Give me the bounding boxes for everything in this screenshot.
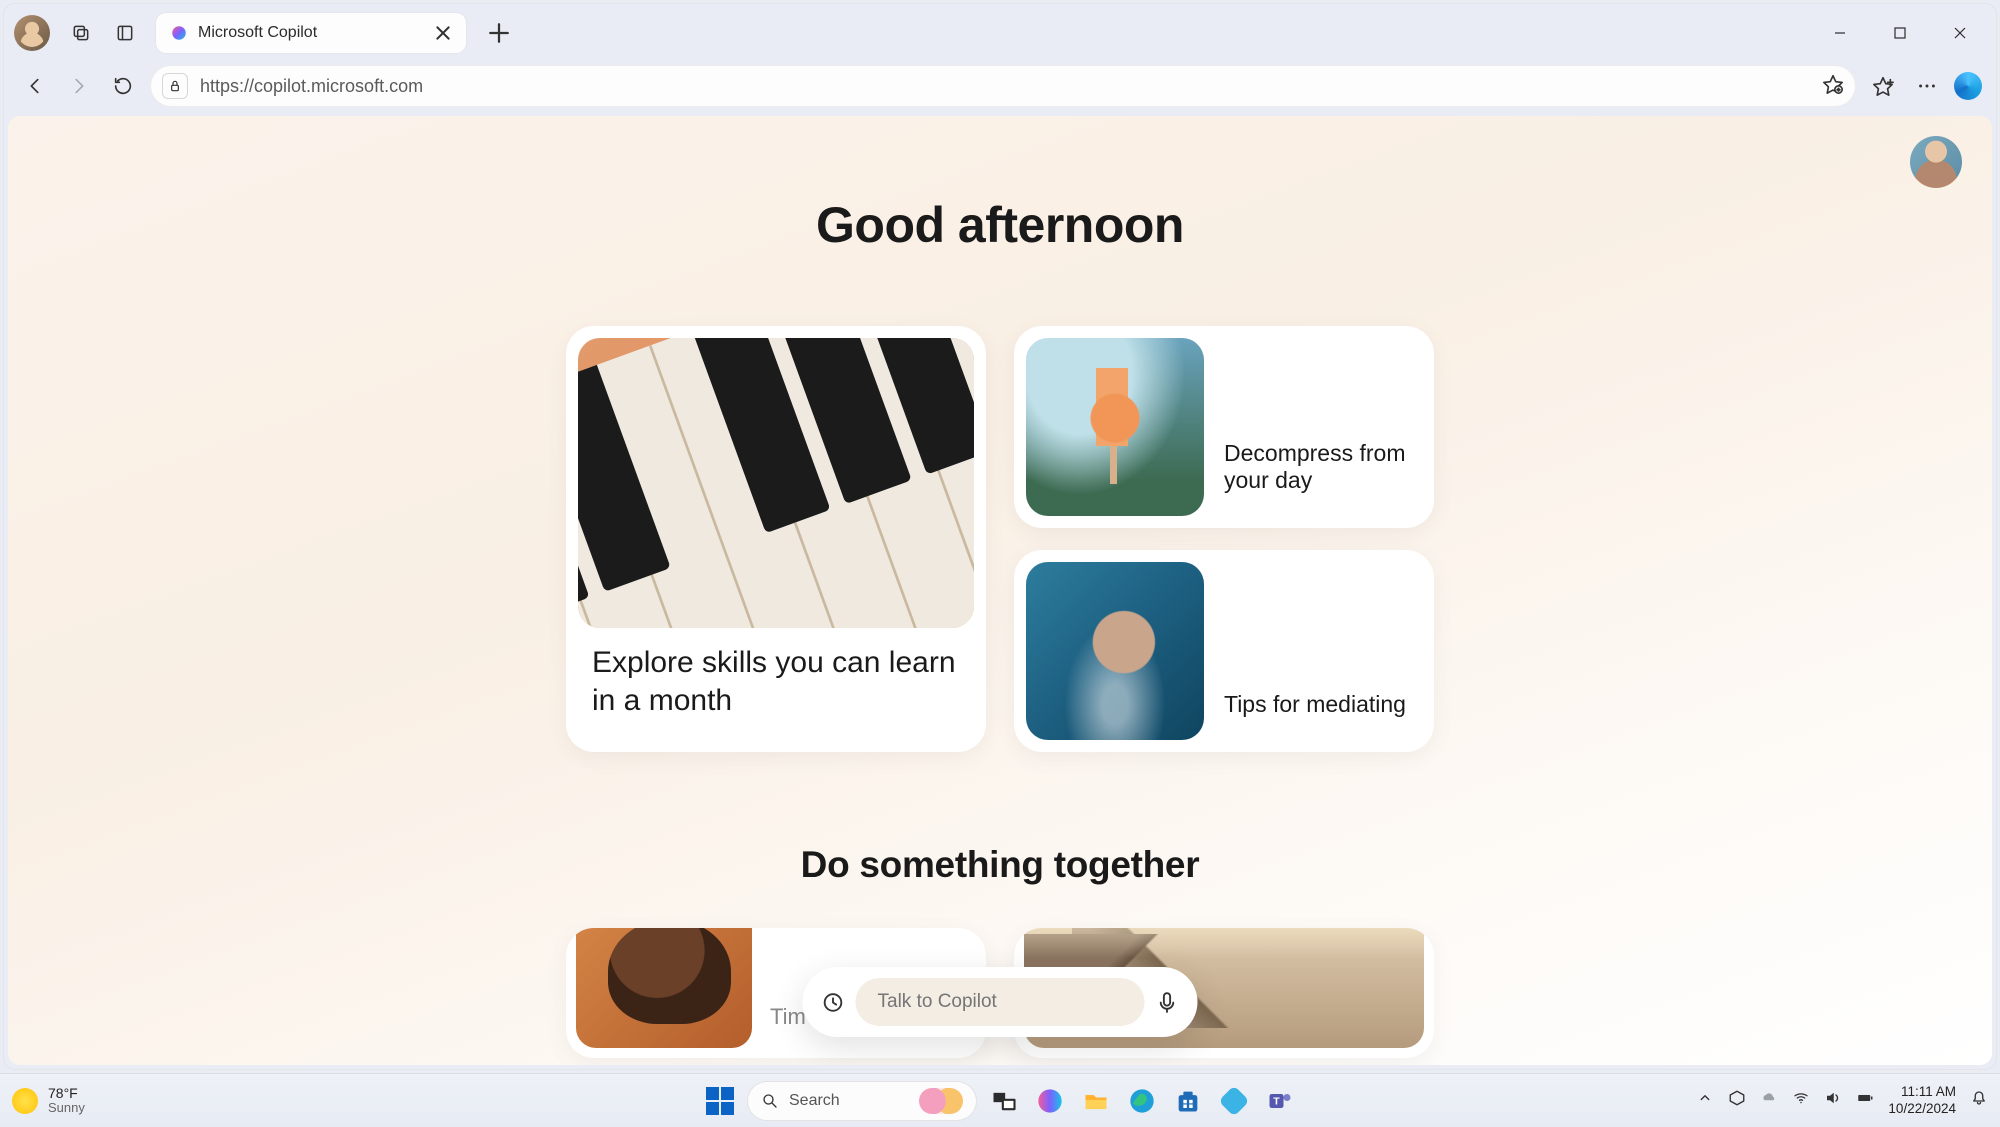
copilot-taskbar-icon[interactable] <box>1031 1082 1069 1120</box>
onedrive-icon[interactable] <box>1760 1089 1778 1112</box>
browser-window: Microsoft Copilot <box>4 4 1996 1069</box>
svg-text:T: T <box>1273 1095 1280 1107</box>
card-decompress[interactable]: Decompress from your day <box>1014 326 1434 528</box>
card-title: Tim <box>770 1004 806 1048</box>
page-content: Good afternoon Explore skills you can le… <box>8 116 1992 1065</box>
popsicle-image <box>1026 338 1204 516</box>
account-avatar[interactable] <box>1910 136 1962 188</box>
notifications-icon[interactable] <box>1970 1089 1988 1112</box>
nav-toolbar: https://copilot.microsoft.com + <box>4 62 1996 116</box>
search-placeholder: Search <box>789 1092 840 1110</box>
card-explore-skills[interactable]: Explore skills you can learn in a month <box>566 326 986 752</box>
refresh-button[interactable] <box>106 69 140 103</box>
taskbar-search[interactable]: Search <box>747 1081 977 1121</box>
profile-avatar[interactable] <box>14 15 50 51</box>
browser-tab[interactable]: Microsoft Copilot <box>156 13 466 53</box>
url-text: https://copilot.microsoft.com <box>200 76 423 97</box>
teams-icon[interactable]: T <box>1261 1082 1299 1120</box>
store-icon[interactable] <box>1169 1082 1207 1120</box>
forward-button[interactable] <box>62 69 96 103</box>
tab-close-icon[interactable] <box>434 24 452 42</box>
favorite-star-icon[interactable]: + <box>1822 73 1844 100</box>
piano-image <box>578 338 974 628</box>
address-bar[interactable]: https://copilot.microsoft.com + <box>150 65 1856 107</box>
tray-app-icon[interactable] <box>1728 1089 1746 1112</box>
card-mediating[interactable]: Tips for mediating <box>1014 550 1434 752</box>
search-icon <box>761 1092 779 1110</box>
favorites-button[interactable] <box>1866 69 1900 103</box>
maximize-button[interactable] <box>1870 11 1930 55</box>
site-info-icon[interactable] <box>162 73 188 99</box>
titlebar: Microsoft Copilot <box>4 4 1996 62</box>
wifi-icon[interactable] <box>1792 1089 1810 1112</box>
copilot-sidebar-icon[interactable] <box>1954 72 1982 100</box>
tray-chevron-icon[interactable] <box>1696 1089 1714 1112</box>
system-tray: 11:11 AM 10/22/2024 <box>1696 1084 1988 1116</box>
card-title: Explore skills you can learn in a month <box>578 628 974 719</box>
weather-widget[interactable]: 78°F Sunny <box>12 1086 85 1116</box>
window-controls <box>1810 11 1990 55</box>
card-title: Decompress from your day <box>1224 440 1422 516</box>
start-button[interactable] <box>701 1082 739 1120</box>
battery-icon[interactable] <box>1856 1089 1874 1112</box>
vertical-tabs-icon[interactable] <box>112 20 138 46</box>
workspaces-icon[interactable] <box>68 20 94 46</box>
suggestion-cards: Explore skills you can learn in a month … <box>8 326 1992 752</box>
history-icon[interactable] <box>821 987 846 1017</box>
card-title: Tips for mediating <box>1224 691 1416 740</box>
volume-icon[interactable] <box>1824 1089 1842 1112</box>
app-icon-1[interactable] <box>1215 1082 1253 1120</box>
section-heading: Do something together <box>8 844 1992 886</box>
talk-bar <box>803 967 1198 1037</box>
talk-input[interactable] <box>856 978 1145 1026</box>
search-highlight-icon <box>919 1088 963 1114</box>
temperature: 78°F <box>48 1086 85 1101</box>
file-explorer-icon[interactable] <box>1077 1082 1115 1120</box>
person-image <box>576 928 752 1048</box>
greeting-heading: Good afternoon <box>8 116 1992 254</box>
settings-more-button[interactable] <box>1910 69 1944 103</box>
hand-water-image <box>1026 562 1204 740</box>
time: 11:11 AM <box>1888 1084 1956 1100</box>
condition: Sunny <box>48 1101 85 1115</box>
task-view-icon[interactable] <box>985 1082 1023 1120</box>
microphone-icon[interactable] <box>1155 987 1180 1017</box>
back-button[interactable] <box>18 69 52 103</box>
close-button[interactable] <box>1930 11 1990 55</box>
clock[interactable]: 11:11 AM 10/22/2024 <box>1888 1084 1956 1116</box>
copilot-favicon-icon <box>170 24 188 42</box>
minimize-button[interactable] <box>1810 11 1870 55</box>
tab-title: Microsoft Copilot <box>198 24 424 42</box>
windows-taskbar: 78°F Sunny Search T <box>0 1073 2000 1127</box>
date: 10/22/2024 <box>1888 1101 1956 1117</box>
sun-icon <box>12 1088 38 1114</box>
edge-icon[interactable] <box>1123 1082 1161 1120</box>
svg-text:+: + <box>1837 87 1840 93</box>
new-tab-button[interactable] <box>484 18 514 48</box>
